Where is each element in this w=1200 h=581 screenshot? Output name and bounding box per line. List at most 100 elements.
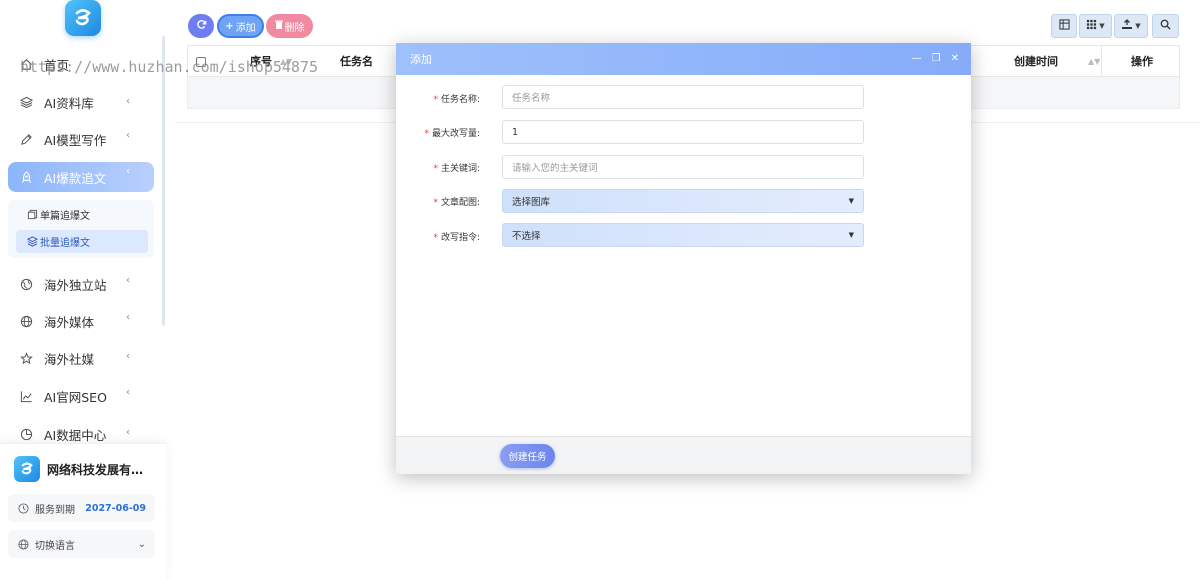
chevron-left-icon: ‹ (126, 312, 130, 323)
field-label-text: 文章配图: (440, 198, 480, 208)
max-rewrite-label: * 最大改写量: (396, 126, 480, 139)
globe-icon (17, 538, 29, 550)
sidebar-item-label: 海外独立站 (44, 277, 107, 293)
chevron-left-icon: ‹ (126, 96, 130, 107)
dialog-window-controls: — ❐ ✕ (912, 53, 959, 64)
rewrite-instruction-select[interactable]: 不选择 ▼ (502, 223, 864, 247)
task-name-input[interactable]: 任务名称 (502, 85, 864, 109)
required-marker: * (433, 95, 438, 105)
delete-button-label: 删除 (284, 22, 305, 34)
column-header-actions: 操作 (1131, 46, 1153, 76)
star-icon (19, 351, 33, 365)
columns-toggle-button[interactable]: ▼ (1079, 14, 1112, 38)
chevron-left-icon: ‹ (126, 387, 130, 398)
caret-down-icon: ▼ (1135, 22, 1141, 30)
sidebar: 首页 AI资料库 ‹ AI模型写作 ‹ AI爆款追文 ‹ 单篇追爆文 批量追爆文 (0, 0, 166, 581)
sidebar-item-label: 海外社媒 (44, 351, 95, 367)
chart-line-icon (19, 389, 33, 403)
sidebar-item-label: AI资料库 (44, 95, 94, 111)
refresh-icon (196, 19, 207, 33)
submenu-item-single[interactable]: 单篇追爆文 (16, 203, 148, 226)
close-icon[interactable]: ✕ (951, 53, 959, 64)
refresh-button[interactable] (188, 14, 214, 38)
export-icon (1121, 19, 1133, 33)
column-header-label: 操作 (1131, 55, 1153, 68)
copy-icon (26, 208, 38, 220)
field-placeholder: 请输入您的主关键词 (512, 163, 598, 174)
field-placeholder: 任务名称 (512, 93, 551, 104)
minimize-icon[interactable]: — (912, 53, 922, 64)
maximize-icon[interactable]: ❐ (932, 53, 941, 64)
article-image-label: * 文章配图: (396, 195, 480, 208)
add-button-label: 添加 (235, 22, 256, 34)
sidebar-item-label: AI模型写作 (44, 132, 107, 148)
globe-grid-icon (19, 314, 33, 328)
app-logo[interactable] (65, 0, 101, 36)
dialog-header[interactable]: 添加 — ❐ ✕ (396, 43, 971, 75)
pen-icon (19, 132, 33, 146)
sidebar-item-ai-model-writing[interactable]: AI模型写作 ‹ (8, 124, 154, 154)
select-value: 不选择 (512, 231, 541, 242)
service-expiry-date: 2027-06-09 (85, 502, 146, 514)
create-task-button[interactable]: 创建任务 (500, 444, 555, 468)
sidebar-item-ai-library[interactable]: AI资料库 ‹ (8, 87, 154, 117)
submenu-item-label: 单篇追爆文 (40, 211, 90, 222)
sort-icon: ▲▼ (1088, 56, 1101, 66)
sidebar-item-overseas-site[interactable]: 海外独立站 ‹ (8, 269, 154, 299)
field-label-text: 任务名称: (440, 95, 480, 105)
required-marker: * (424, 129, 429, 139)
submenu-item-label: 批量追爆文 (40, 238, 90, 249)
sidebar-scrollbar[interactable] (162, 36, 165, 326)
sidebar-item-overseas-social[interactable]: 海外社媒 ‹ (8, 343, 154, 373)
max-rewrite-input[interactable]: 1 (502, 120, 864, 144)
submenu-item-batch[interactable]: 批量追爆文 (16, 230, 148, 253)
pie-chart-icon (19, 427, 33, 441)
company-name: 网络科技发展有限... (47, 462, 155, 477)
field-label-text: 最大改写量: (431, 129, 480, 139)
caret-down-icon: ▼ (848, 231, 854, 239)
add-button[interactable]: + 添加 (217, 14, 264, 38)
sidebar-item-overseas-media[interactable]: 海外媒体 ‹ (8, 306, 154, 336)
layers-icon (26, 235, 38, 247)
column-divider (1101, 46, 1102, 76)
caret-down-icon: ▼ (848, 197, 854, 205)
article-image-select[interactable]: 选择图库 ▼ (502, 189, 864, 213)
company-card: 网络科技发展有限... 服务到期 2027-06-09 切换语言 ⌄ (0, 443, 166, 581)
chevron-left-icon: ‹ (126, 275, 130, 286)
column-header-created-time[interactable]: 创建时间 ▲▼ (1014, 46, 1100, 76)
layers-icon (19, 95, 33, 109)
rocket-icon (19, 170, 33, 184)
column-header-label: 创建时间 (1014, 55, 1058, 68)
search-button[interactable] (1152, 14, 1179, 38)
caret-down-icon: ▼ (1099, 22, 1105, 30)
dialog-title: 添加 (410, 53, 432, 66)
chevron-down-icon: ‹ (126, 166, 130, 177)
field-value: 1 (512, 126, 519, 138)
main-keyword-input[interactable]: 请输入您的主关键词 (502, 155, 864, 179)
chevron-left-icon: ‹ (126, 351, 130, 362)
chevron-down-icon: ⌄ (137, 538, 146, 550)
delete-button[interactable]: 删除 (266, 14, 313, 38)
sidebar-item-label: AI数据中心 (44, 427, 107, 443)
column-header-label: 任务名 (340, 55, 373, 68)
column-header-task-name[interactable]: 任务名 (340, 46, 373, 76)
language-switcher[interactable]: 切换语言 ⌄ (8, 530, 155, 558)
plus-icon: + (225, 20, 234, 32)
chevron-left-icon: ‹ (126, 130, 130, 141)
submenu-viral-tracking: 单篇追爆文 批量追爆文 (8, 200, 154, 258)
select-value: 选择图库 (512, 197, 551, 208)
company-info: 网络科技发展有限... (14, 456, 155, 482)
company-logo (14, 456, 40, 482)
export-button[interactable]: ▼ (1114, 14, 1148, 38)
app-root: 首页 AI资料库 ‹ AI模型写作 ‹ AI爆款追文 ‹ 单篇追爆文 批量追爆文 (0, 0, 1200, 581)
globe-icon (19, 277, 33, 291)
sidebar-item-ai-seo[interactable]: AI官网SEO ‹ (8, 381, 154, 411)
sidebar-item-ai-viral-tracking[interactable]: AI爆款追文 ‹ (8, 162, 154, 192)
table-view-button[interactable] (1051, 14, 1077, 38)
sidebar-item-label: AI爆款追文 (44, 170, 107, 186)
field-label-text: 主关键词: (440, 164, 480, 174)
sidebar-item-label: 海外媒体 (44, 314, 95, 330)
required-marker: * (433, 198, 438, 208)
watermark-text: https://www.huzhan.com/ishop54875 (20, 58, 319, 76)
clock-icon (17, 502, 29, 514)
